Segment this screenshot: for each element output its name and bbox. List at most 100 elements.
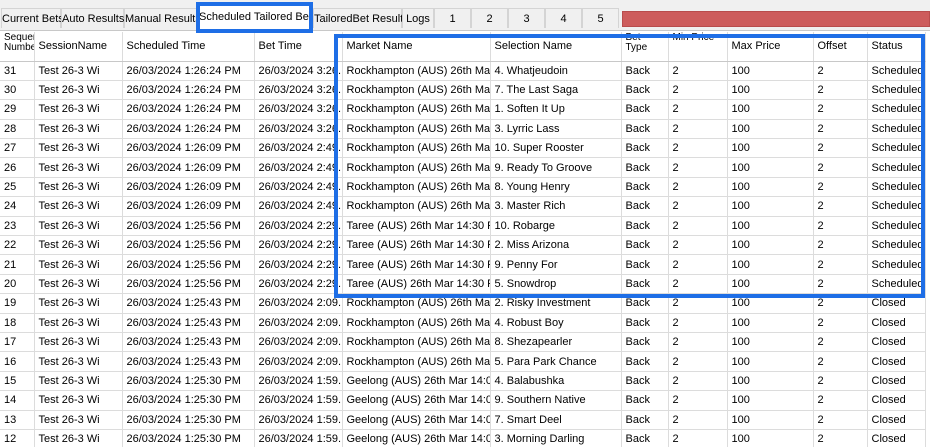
cell-session-name[interactable]: Test 26-3 Wi [34,119,123,140]
cell-status[interactable]: Scheduled [867,274,926,295]
cell-min-price[interactable]: 2 [668,351,728,372]
cell-bet-type[interactable]: Back [621,254,669,275]
cell-scheduled-time[interactable]: 26/03/2024 1:26:24 PM [122,119,255,140]
cell-scheduled-time[interactable]: 26/03/2024 1:25:56 PM [122,216,255,237]
cell-scheduled-time[interactable]: 26/03/2024 1:25:56 PM [122,274,255,295]
cell-bet-type[interactable]: Back [621,332,669,353]
cell-bet-time[interactable]: 26/03/2024 2:09... [254,293,343,314]
cell-status[interactable]: Scheduled [867,177,926,198]
cell-session-name[interactable]: Test 26-3 Wi [34,99,123,120]
cell-scheduled-time[interactable]: 26/03/2024 1:26:24 PM [122,80,255,101]
cell-min-price[interactable]: 2 [668,410,728,430]
table-row[interactable]: 26 Test 26-3 Wi 26/03/2024 1:26:09 PM 26/03… [0,157,926,178]
cell-bet-time[interactable]: 26/03/2024 2:49... [254,196,343,217]
cell-max-price[interactable]: 100 [727,61,814,81]
cell-min-price[interactable]: 2 [668,196,728,217]
cell-offset[interactable]: 2 [813,351,868,372]
cell-scheduled-time[interactable]: 26/03/2024 1:25:30 PM [122,371,255,392]
table-row[interactable]: 31 Test 26-3 Wi 26/03/2024 1:26:24 PM 26/03… [0,61,926,81]
cell-bet-time[interactable]: 26/03/2024 2:29... [254,274,343,295]
cell-offset[interactable]: 2 [813,235,868,256]
cell-min-price[interactable]: 2 [668,371,728,392]
cell-bet-type[interactable]: Back [621,138,669,159]
cell-session-name[interactable]: Test 26-3 Wi [34,429,123,447]
cell-offset[interactable]: 2 [813,390,868,411]
cell-bet-type[interactable]: Back [621,429,669,447]
table-row[interactable]: 29 Test 26-3 Wi 26/03/2024 1:26:24 PM 26/03… [0,99,926,120]
cell-sequence[interactable]: 12 [0,429,35,447]
cell-market-name[interactable]: Rockhampton (AUS) 26th Mar ... [342,293,491,314]
cell-market-name[interactable]: Geelong (AUS) 26th Mar 14:00 ... [342,410,491,430]
cell-bet-time[interactable]: 26/03/2024 1:59... [254,371,343,392]
cell-session-name[interactable]: Test 26-3 Wi [34,332,123,353]
cell-offset[interactable]: 2 [813,157,868,178]
cell-status[interactable]: Closed [867,410,926,430]
cell-max-price[interactable]: 100 [727,177,814,198]
cell-bet-type[interactable]: Back [621,371,669,392]
cell-session-name[interactable]: Test 26-3 Wi [34,313,123,333]
cell-status[interactable]: Scheduled [867,99,926,120]
cell-min-price[interactable]: 2 [668,254,728,275]
cell-max-price[interactable]: 100 [727,351,814,372]
cell-session-name[interactable]: Test 26-3 Wi [34,216,123,237]
cell-max-price[interactable]: 100 [727,371,814,392]
cell-min-price[interactable]: 2 [668,157,728,178]
cell-selection-name[interactable]: 8. Young Henry [490,177,622,198]
cell-status[interactable]: Scheduled [867,235,926,256]
cell-offset[interactable]: 2 [813,274,868,295]
cell-offset[interactable]: 2 [813,429,868,447]
cell-status[interactable]: Scheduled [867,119,926,140]
cell-offset[interactable]: 2 [813,61,868,81]
cell-offset[interactable]: 2 [813,138,868,159]
cell-scheduled-time[interactable]: 26/03/2024 1:25:43 PM [122,332,255,353]
cell-session-name[interactable]: Test 26-3 Wi [34,61,123,81]
cell-market-name[interactable]: Rockhampton (AUS) 26th Mar ... [342,119,491,140]
cell-status[interactable]: Scheduled [867,196,926,217]
cell-bet-type[interactable]: Back [621,410,669,430]
table-row[interactable]: 30 Test 26-3 Wi 26/03/2024 1:26:24 PM 26/03… [0,80,926,101]
cell-scheduled-time[interactable]: 26/03/2024 1:25:43 PM [122,351,255,372]
cell-session-name[interactable]: Test 26-3 Wi [34,196,123,217]
cell-status[interactable]: Scheduled [867,254,926,275]
table-row[interactable]: 21 Test 26-3 Wi 26/03/2024 1:25:56 PM 26/03… [0,254,926,275]
cell-min-price[interactable]: 2 [668,99,728,120]
cell-offset[interactable]: 2 [813,371,868,392]
cell-selection-name[interactable]: 9. Ready To Groove [490,157,622,178]
cell-bet-type[interactable]: Back [621,157,669,178]
col-header-max-price[interactable]: Max Price [727,32,814,62]
cell-max-price[interactable]: 100 [727,254,814,275]
tab-3[interactable]: 3 [508,8,545,28]
cell-offset[interactable]: 2 [813,177,868,198]
cell-min-price[interactable]: 2 [668,177,728,198]
cell-sequence[interactable]: 16 [0,351,35,372]
cell-offset[interactable]: 2 [813,332,868,353]
cell-max-price[interactable]: 100 [727,274,814,295]
cell-selection-name[interactable]: 3. Master Rich [490,196,622,217]
tab-scheduled-tailored-bets[interactable]: Scheduled Tailored Bets [198,5,317,30]
cell-bet-time[interactable]: 26/03/2024 2:49... [254,177,343,198]
table-row[interactable]: 28 Test 26-3 Wi 26/03/2024 1:26:24 PM 26/03… [0,119,926,140]
cell-min-price[interactable]: 2 [668,332,728,353]
cell-session-name[interactable]: Test 26-3 Wi [34,293,123,314]
cell-bet-type[interactable]: Back [621,390,669,411]
table-row[interactable]: 14 Test 26-3 Wi 26/03/2024 1:25:30 PM 26/03… [0,390,926,411]
cell-market-name[interactable]: Geelong (AUS) 26th Mar 14:00 ... [342,371,491,392]
table-row[interactable]: 17 Test 26-3 Wi 26/03/2024 1:25:43 PM 26/03… [0,332,926,353]
cell-status[interactable]: Closed [867,313,926,333]
cell-sequence[interactable]: 29 [0,99,35,120]
cell-sequence[interactable]: 25 [0,177,35,198]
cell-offset[interactable]: 2 [813,196,868,217]
cell-selection-name[interactable]: 9. Southern Native [490,390,622,411]
cell-selection-name[interactable]: 4. Balabushka [490,371,622,392]
tab-logs[interactable]: Logs [402,8,434,28]
cell-min-price[interactable]: 2 [668,235,728,256]
tab-5[interactable]: 5 [582,8,619,28]
cell-market-name[interactable]: Rockhampton (AUS) 26th Mar ... [342,332,491,353]
cell-bet-type[interactable]: Back [621,196,669,217]
bets-grid[interactable]: Sequence Number SessionName Scheduled Ti… [0,32,930,447]
cell-scheduled-time[interactable]: 26/03/2024 1:25:30 PM [122,429,255,447]
table-row[interactable]: 16 Test 26-3 Wi 26/03/2024 1:25:43 PM 26/03… [0,351,926,372]
cell-scheduled-time[interactable]: 26/03/2024 1:25:56 PM [122,254,255,275]
cell-bet-time[interactable]: 26/03/2024 2:29... [254,254,343,275]
cell-max-price[interactable]: 100 [727,235,814,256]
